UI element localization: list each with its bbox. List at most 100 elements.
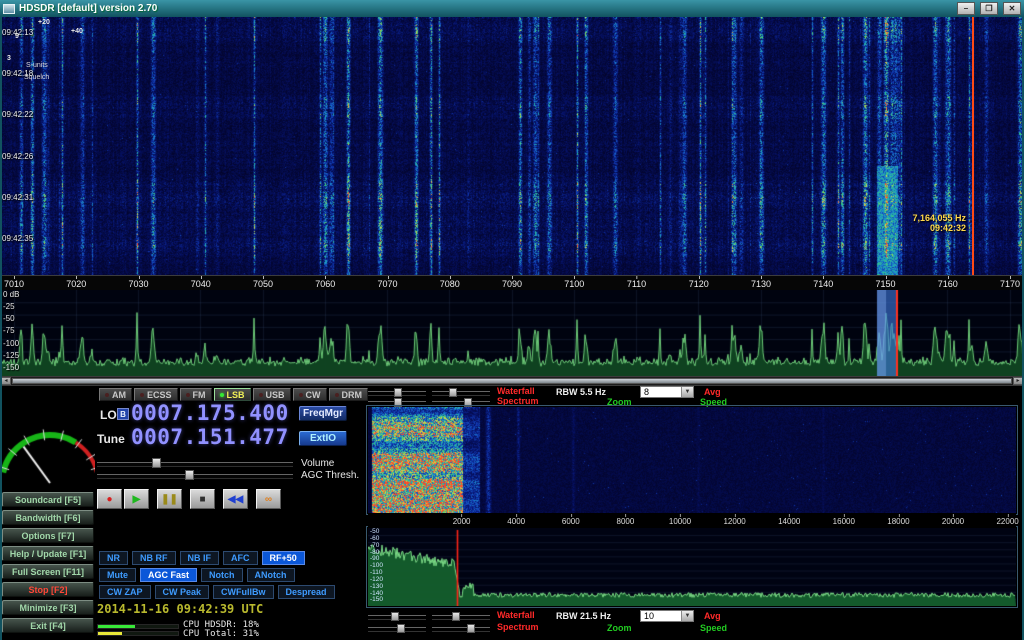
close-window-button[interactable]: ✕ [1003,2,1021,15]
dsp-button[interactable]: Mute [99,568,136,582]
title-bar[interactable]: HDSDR [default] version 2.70 – ❐ ✕ [0,0,1024,17]
dsp-button[interactable]: RF+50 [261,551,305,565]
dsp-button-label: AFC [231,553,250,563]
agc-threshold-slider[interactable] [97,470,293,480]
db-label: -75 [3,326,15,336]
upper-avg-select[interactable]: 8 ▼ [640,386,694,398]
lower-avg-select[interactable]: 10 ▼ [640,610,694,622]
upper-waterfall-contrast-slider[interactable] [432,388,490,397]
tune-frequency-display[interactable]: 0007.151.477 [131,425,289,449]
mode-button-label: DRM [341,389,363,400]
maximize-window-button[interactable]: ❐ [980,2,998,15]
freq-tick: 7040 [190,276,211,289]
dsp-button[interactable]: Despread [277,585,335,599]
sidebar-button-bandwidth[interactable]: Bandwidth [F6] [2,510,94,525]
audio-waterfall-canvas[interactable] [368,407,1016,513]
sidebar-button-exit[interactable]: Exit [F4] [2,618,94,633]
transport-button-rewind[interactable]: ◀◀ [223,489,248,509]
sidebar-button-label: Exit [F4] [30,620,66,631]
minimize-window-button[interactable]: – [957,2,975,15]
dsp-button-label: Notch [209,570,235,580]
audio-frequency-scale[interactable]: 2000 4000 6000 8000 10000 12000 14000 16000 1800… [368,513,1019,527]
mode-button-label: ECSS [147,389,172,400]
freq-tick: 7010 [3,276,25,289]
lower-waterfall-contrast-slider[interactable] [432,612,490,621]
dsp-button[interactable]: CW ZAP [99,585,151,599]
freq-tick: 7070 [377,276,398,289]
mode-button[interactable]: AM [99,388,132,401]
hscroll-thumb[interactable] [12,378,1012,384]
dsp-button[interactable]: CWFullBw [213,585,274,599]
dsp-button[interactable]: AGC Fast [140,568,198,582]
mode-button[interactable]: USB [252,388,291,401]
mode-button-label: USB [265,389,285,400]
dsp-button-label: NB RF [140,553,168,563]
frequency-manager-button[interactable]: FreqMgr [299,406,347,421]
lower-zoom-label: Zoom [607,623,632,633]
lower-spectrum-speed-slider[interactable] [432,624,490,633]
chevron-down-icon[interactable]: ▼ [681,387,693,397]
dsp-button[interactable]: ANotch [246,568,295,582]
dsp-button[interactable]: NB IF [179,551,219,565]
frequency-scale[interactable]: 7010 7020 7030 7040 7050 7060 7070 7080 7090 7100… [0,275,1024,290]
spectrum-hscroll[interactable]: ◂ ▸ [0,376,1024,386]
main-waterfall-canvas[interactable] [0,17,1024,275]
dsp-button[interactable]: NB RF [132,551,176,565]
dsp-button[interactable]: Notch [201,568,243,582]
transport-button-stop[interactable]: ■ [190,489,215,509]
squelch-label[interactable]: Squelch [24,74,49,81]
spectrum-db-scale: 0 dB -25 -50 -75 -100 -125 -150 [3,291,19,372]
mode-button[interactable]: LSB [213,388,251,401]
transport-button-loop[interactable]: ∞ [256,489,281,509]
transport-icon: ● [106,493,113,505]
volume-slider[interactable] [97,458,293,468]
audio-freq-tick: 2000 [452,514,471,526]
transport-button-pause[interactable]: ❚❚ [157,489,182,509]
mode-led-icon [219,392,224,397]
sidebar-button-full-screen[interactable]: Full Screen [F11] [2,564,94,579]
mode-button[interactable]: CW [292,388,327,401]
sidebar-button-help-update[interactable]: Help / Update [F1] [2,546,94,561]
sidebar-button-label: Stop [F2] [28,584,68,595]
app-icon [3,3,15,14]
transport-button-record[interactable]: ● [97,489,122,509]
recording-transport: ● ▶ ❚❚ ■ ◀◀ ∞ [97,489,289,509]
scroll-left-icon[interactable]: ◂ [1,377,11,385]
main-spectrum-canvas[interactable] [0,290,1024,376]
lower-spectrum-zoom-slider[interactable] [368,624,426,633]
dsp-button[interactable]: CW Peak [154,585,210,599]
audio-spectrum-canvas[interactable] [368,528,1016,606]
audio-freq-tick: 10000 [668,514,692,526]
dsp-button-label: RF+50 [269,553,297,563]
lower-waterfall-label[interactable]: Waterfall [497,610,535,620]
dsp-button[interactable]: NR [99,551,128,565]
freq-tick: 7110 [626,276,647,289]
window-title: HDSDR [default] version 2.70 [19,3,158,14]
lo-frequency-display[interactable]: 0007.175.400 [131,401,289,425]
lower-spectrum-label[interactable]: Spectrum [497,622,539,632]
mode-button[interactable]: FM [179,388,212,401]
upper-waterfall-brightness-slider[interactable] [368,388,426,397]
sidebar-button-soundcard[interactable]: Soundcard [F5] [2,492,94,507]
marker-frequency: 7,164,055 Hz [912,213,966,223]
transport-button-play[interactable]: ▶ [124,489,149,509]
dsp-button-label: CW Peak [162,587,202,597]
marker-time: 09:42:32 [929,223,966,233]
lo-band-chip[interactable]: B [117,408,129,420]
freq-tick: 7150 [875,276,896,289]
mode-button[interactable]: DRM [328,388,369,401]
upper-avg-value: 8 [644,387,650,397]
upper-waterfall-label[interactable]: Waterfall [497,386,535,396]
sidebar-button-options[interactable]: Options [F7] [2,528,94,543]
sidebar-button-stop[interactable]: Stop [F2] [2,582,94,597]
mode-button[interactable]: ECSS [134,388,178,401]
dsp-button-row-2: Mute AGC Fast Notch ANotch [99,568,295,582]
sidebar-button-minimize[interactable]: Minimize [F3] [2,600,94,615]
dsp-button[interactable]: AFC [223,551,258,565]
mode-led-icon [258,392,263,397]
chevron-down-icon[interactable]: ▼ [681,611,693,621]
audio-freq-tick: 8000 [616,514,635,526]
extio-button[interactable]: ExtIO [299,431,347,446]
lower-waterfall-brightness-slider[interactable] [368,612,426,621]
audio-freq-tick: 6000 [561,514,580,526]
